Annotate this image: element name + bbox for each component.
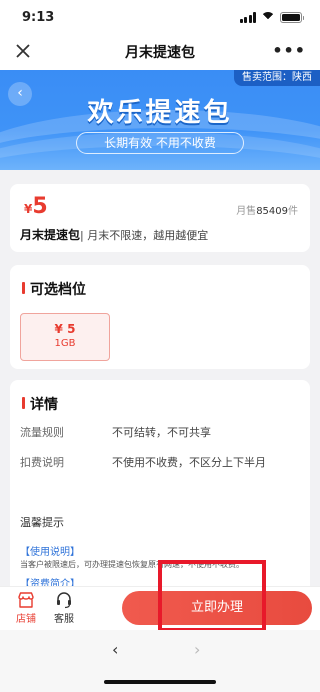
headset-icon <box>57 592 71 609</box>
tier-data: 1GB <box>54 338 76 349</box>
price-value: 5 <box>32 194 48 219</box>
detail-row: 扣费说明 不使用不收费，不区分上下半月 <box>20 454 266 470</box>
store-icon <box>18 592 34 608</box>
store-label: 店铺 <box>16 614 36 625</box>
detail-value: 不使用不收费，不区分上下半月 <box>112 456 266 469</box>
buy-now-button[interactable]: 立即办理 <box>122 591 312 625</box>
monthly-sales-count: 85409 <box>256 206 288 217</box>
browser-back-icon[interactable]: ‹ <box>112 640 118 659</box>
usage-text: 当客户被限速后，可办理提速包恢复原有网速，不使用不收费。 <box>20 560 244 569</box>
monthly-sales-label: 月售 <box>236 206 257 217</box>
detail-card: 详情 流量规则 不可结转，不可共享 扣费说明 不使用不收费，不区分上下半月 温馨提示… <box>10 380 310 600</box>
battery-icon <box>280 11 304 23</box>
sale-range-badge: 售卖范围：陕西 <box>234 70 320 86</box>
tier-section-title: 可选档位 <box>22 279 86 299</box>
bottom-action-bar: 店铺 客服 立即办理 <box>0 586 320 630</box>
browser-forward-icon[interactable]: › <box>194 640 200 659</box>
status-bar: 9:13 <box>0 0 320 34</box>
signal-icon <box>239 11 256 23</box>
product-tagline: | 月末不限速，越用越便宜 <box>80 229 209 242</box>
tier-price: ¥ 5 <box>54 322 76 336</box>
service-label: 客服 <box>54 614 74 625</box>
usage-link[interactable]: 【使用说明】 <box>20 543 80 558</box>
product-name: 月末提速包 <box>20 228 81 242</box>
home-indicator <box>104 680 216 684</box>
tier-option[interactable]: ¥ 5 1GB <box>20 313 110 361</box>
tier-card: 可选档位 ¥ 5 1GB <box>10 265 310 369</box>
product-price: ¥5 <box>24 194 48 219</box>
detail-value: 不可结转，不可共享 <box>112 426 211 439</box>
close-icon[interactable] <box>14 42 32 60</box>
wifi-icon <box>261 11 275 23</box>
monthly-sales: 月售85409件 <box>236 202 298 217</box>
tips-title: 温馨提示 <box>20 516 64 529</box>
more-icon[interactable]: ••• <box>272 43 306 59</box>
detail-key: 流量规则 <box>20 426 64 439</box>
promo-banner: 售卖范围：陕西 ‹ 欢乐提速包 长期有效 不用不收费 <box>0 70 320 170</box>
price-card: ¥5 月售85409件 月末提速包| 月末不限速，越用越便宜 <box>10 184 310 252</box>
service-button[interactable]: 客服 <box>46 591 82 625</box>
store-button[interactable]: 店铺 <box>8 591 44 625</box>
nav-bar: 月末提速包 ••• <box>0 34 320 70</box>
detail-key: 扣费说明 <box>20 456 64 469</box>
product-description: 月末提速包| 月末不限速，越用越便宜 <box>20 226 208 243</box>
monthly-sales-unit: 件 <box>288 206 298 217</box>
detail-section-title: 详情 <box>22 394 58 414</box>
status-time: 9:13 <box>22 9 55 25</box>
banner-title: 欢乐提速包 <box>87 98 233 128</box>
page-title: 月末提速包 <box>125 45 195 61</box>
status-icons <box>239 11 304 23</box>
browser-toolbar: ‹ › <box>0 630 320 692</box>
detail-row: 流量规则 不可结转，不可共享 <box>20 424 211 440</box>
banner-subtitle: 长期有效 不用不收费 <box>76 132 244 154</box>
